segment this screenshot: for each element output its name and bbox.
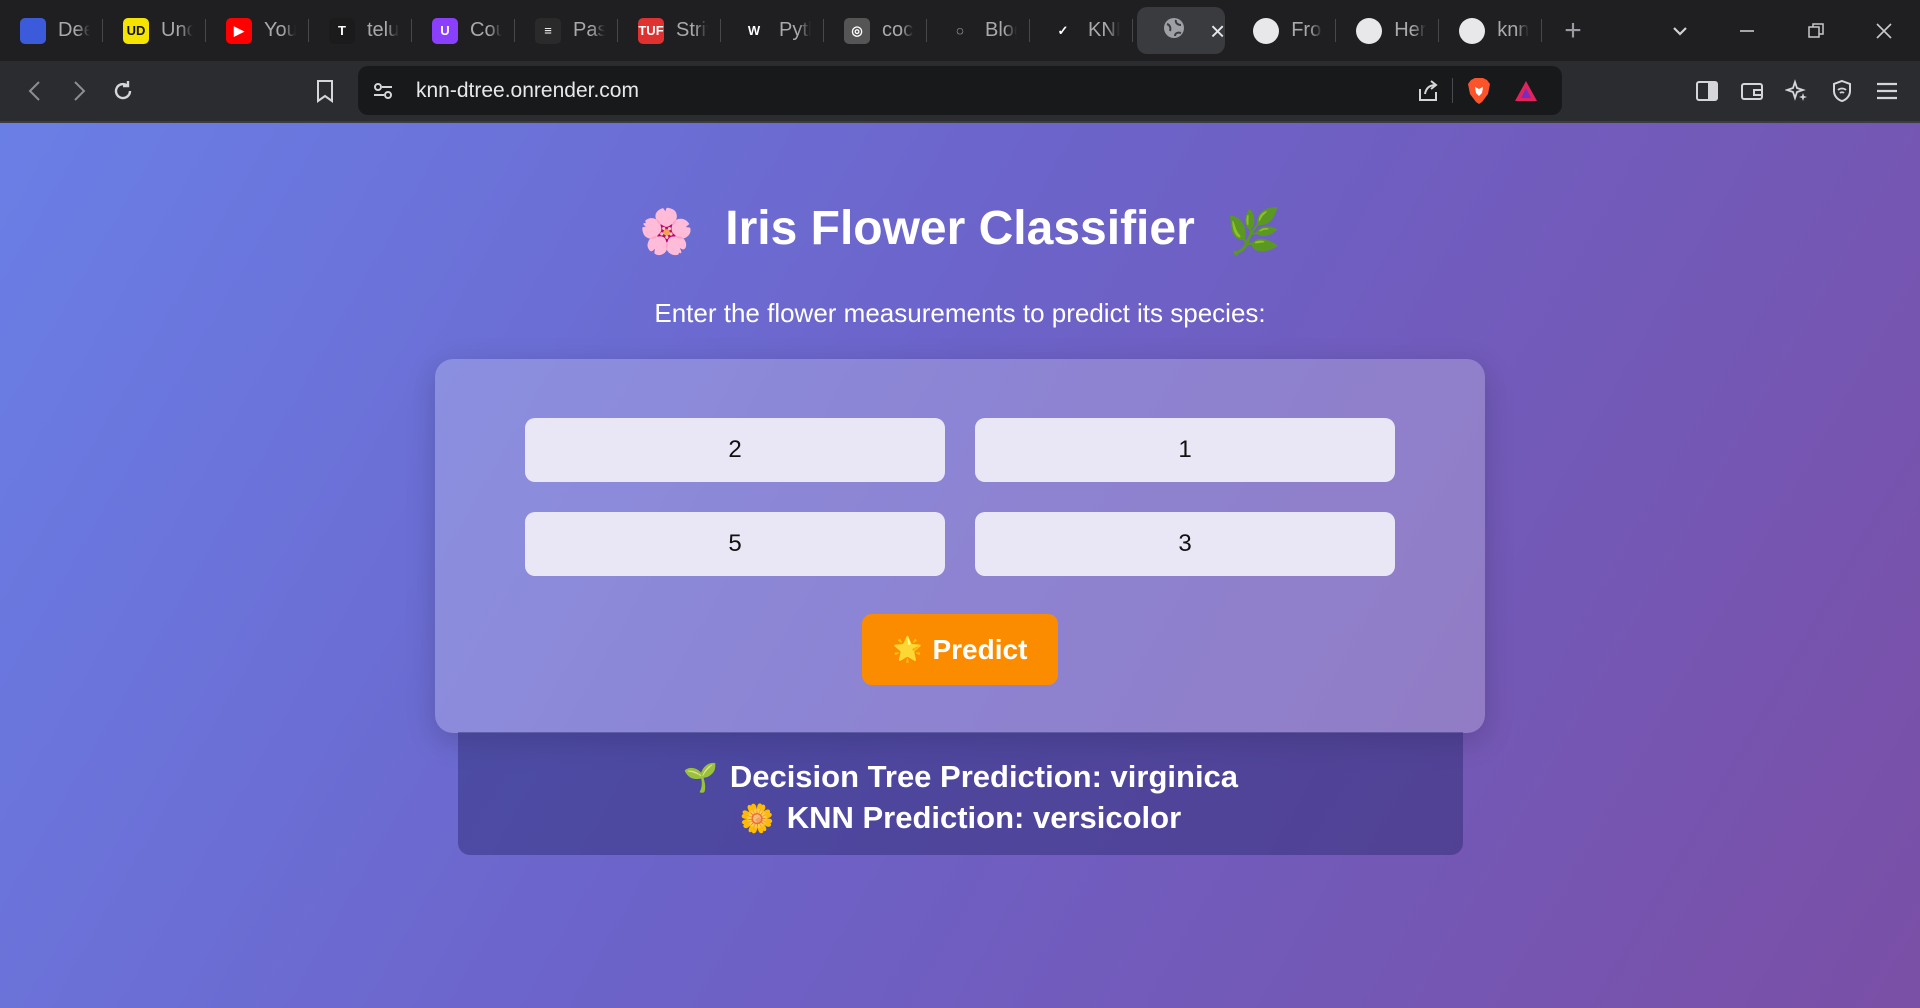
tab[interactable]: Ttelu: [309, 7, 412, 54]
blossom-icon: 🌼: [739, 803, 775, 834]
petal-length-input[interactable]: [525, 512, 945, 576]
tab-active[interactable]: ×: [1137, 7, 1226, 54]
brave-rewards-icon[interactable]: [1512, 66, 1540, 115]
udemy-icon: UD: [123, 17, 149, 44]
leo-ai-icon[interactable]: [1782, 61, 1812, 121]
tab[interactable]: ≡ Pas: [515, 7, 618, 54]
restore-icon[interactable]: [1806, 0, 1826, 61]
page-title-text: Iris Flower Classifier: [725, 202, 1195, 255]
decision-tree-text: Decision Tree Prediction: virginica: [729, 759, 1239, 794]
bookmark-icon[interactable]: [310, 61, 340, 121]
globe-icon: [1459, 17, 1486, 44]
close-window-icon[interactable]: [1874, 0, 1894, 61]
deepseek-icon: [20, 17, 46, 44]
back-icon[interactable]: [20, 61, 50, 121]
tab[interactable]: knn: [1439, 7, 1543, 54]
tab-list-dropdown-icon[interactable]: [1670, 0, 1690, 61]
tab[interactable]: U Cou: [412, 7, 515, 54]
star-icon: 🌟: [892, 636, 923, 663]
tab-title: Her: [1394, 19, 1427, 41]
tab-strip: Dee UD Unc ▶ You Ttelu U Cou ≡ Pas TUF Striv W Pytl ◎ c…: [0, 0, 1920, 61]
tab-title: Cou: [470, 19, 502, 41]
sepal-width-input[interactable]: [975, 418, 1395, 482]
tab-title: You: [264, 19, 296, 41]
tab-separator: [1541, 19, 1543, 42]
forward-icon[interactable]: [64, 61, 94, 121]
menu-icon[interactable]: [1872, 61, 1902, 121]
share-icon[interactable]: [1414, 66, 1442, 115]
tab-title: telu: [367, 19, 399, 41]
address-bar[interactable]: knn-dtree.onrender.com: [358, 66, 1562, 115]
sidebar-icon[interactable]: [1692, 61, 1722, 121]
tab[interactable]: ✓ KNI: [1030, 7, 1133, 54]
tab[interactable]: TUF Striv: [618, 7, 721, 54]
reload-icon[interactable]: [108, 61, 138, 121]
knn-result: 🌼 KNN Prediction: versicolor: [458, 797, 1463, 838]
predict-button-label: Predict: [932, 633, 1028, 665]
brave-shields-icon[interactable]: [1464, 66, 1494, 115]
takeuforward-icon: TUF: [638, 17, 664, 44]
browser-toolbar: knn-dtree.onrender.com: [0, 61, 1920, 123]
predict-button[interactable]: 🌟 Predict: [862, 614, 1058, 685]
page-subtitle: Enter the flower measurements to predict…: [654, 298, 1266, 328]
w3schools-icon: W: [741, 17, 767, 44]
petal-width-input[interactable]: [975, 512, 1395, 576]
globe-icon: [1162, 16, 1186, 46]
wallet-icon[interactable]: [1737, 61, 1767, 121]
minimize-icon[interactable]: [1737, 0, 1757, 61]
tab-title: Pas: [573, 19, 605, 41]
tab-separator: [1132, 19, 1133, 42]
input-card: 🌟 Predict: [435, 359, 1485, 733]
page-title: 🌸 Iris Flower Classifier 🌿: [0, 201, 1920, 257]
tab[interactable]: ▶ You: [206, 7, 309, 54]
site-settings-icon[interactable]: [370, 66, 396, 115]
knn-tab-icon: ✓: [1050, 17, 1076, 44]
cherry-blossom-icon: 🌸: [639, 207, 694, 257]
page-content: 🌸 Iris Flower Classifier 🌿 Enter the flo…: [0, 123, 1920, 1008]
tab-title: KNI: [1088, 19, 1120, 41]
tab[interactable]: Dee: [0, 7, 103, 54]
sepal-length-input[interactable]: [525, 418, 945, 482]
vpn-shield-icon[interactable]: [1827, 61, 1857, 121]
url-text[interactable]: knn-dtree.onrender.com: [416, 66, 639, 115]
telusko-icon: T: [329, 17, 355, 44]
tab[interactable]: Her: [1336, 7, 1440, 54]
tab-title: knn: [1497, 19, 1530, 41]
tab-title: Unc: [161, 19, 193, 41]
openai-icon: [1253, 17, 1280, 44]
seedling-icon: 🌱: [682, 762, 718, 793]
github-icon: [1356, 17, 1383, 44]
tab-title: Pytl: [779, 19, 811, 41]
blog-icon: ◌: [947, 17, 973, 44]
tab-title: Fro: [1291, 19, 1322, 41]
tab-title: Blog: [985, 19, 1017, 41]
tab-title: coc: [882, 19, 914, 41]
tab-title: Dee: [58, 19, 90, 41]
tab[interactable]: ◎ coc: [824, 7, 927, 54]
tab[interactable]: W Pytl: [721, 7, 824, 54]
tab[interactable]: Fro: [1233, 7, 1337, 54]
course-icon: U: [432, 17, 458, 44]
prediction-result: 🌱 Decision Tree Prediction: virginica 🌼 KN…: [458, 732, 1463, 855]
knn-text: KNN Prediction: versicolor: [786, 800, 1182, 835]
tab-title: Striv: [676, 19, 708, 41]
coco-icon: ◎: [844, 17, 870, 44]
decision-tree-result: 🌱 Decision Tree Prediction: virginica: [458, 756, 1463, 797]
tab[interactable]: ◌ Blog: [927, 7, 1030, 54]
youtube-icon: ▶: [226, 17, 252, 44]
new-tab-button[interactable]: +: [1564, 14, 1582, 48]
close-tab-icon[interactable]: ×: [1210, 18, 1225, 44]
tab[interactable]: UD Unc: [103, 7, 206, 54]
herb-icon: 🌿: [1226, 207, 1281, 257]
pasclub-icon: ≡: [535, 17, 561, 44]
